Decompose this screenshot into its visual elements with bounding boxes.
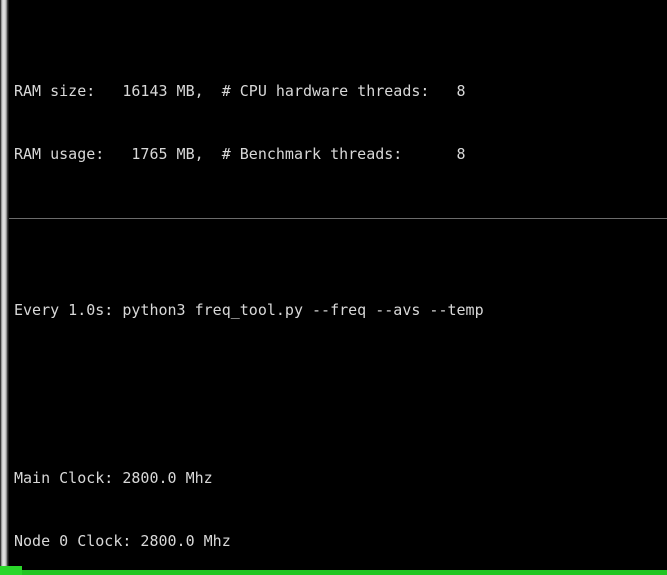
spacer-line-3 (14, 384, 667, 405)
ram-size-line: RAM size: 16143 MB, # CPU hardware threa… (14, 82, 466, 100)
terminal-pane-container: RAM size: 16143 MB, # CPU hardware threa… (9, 0, 667, 575)
freq-tool-watch-pane[interactable]: Every 1.0s: python3 freq_tool.py --freq … (9, 219, 667, 575)
window-bottom-accent-bar (0, 570, 667, 575)
terminal-window[interactable]: RAM size: 16143 MB, # CPU hardware threa… (0, 0, 667, 575)
reading-node0-clock: Node 0 Clock: 2800.0 Mhz (14, 532, 231, 550)
window-bottom-left-accent (0, 566, 22, 575)
reading-main-clock: Main Clock: 2800.0 Mhz (14, 469, 213, 487)
benchmark-output-pane[interactable]: RAM size: 16143 MB, # CPU hardware threa… (9, 0, 667, 218)
window-left-scrollbar[interactable] (0, 0, 9, 575)
watch-header-line: Every 1.0s: python3 freq_tool.py --freq … (14, 301, 484, 319)
ram-usage-line: RAM usage: 1765 MB, # Benchmark threads:… (14, 145, 466, 163)
